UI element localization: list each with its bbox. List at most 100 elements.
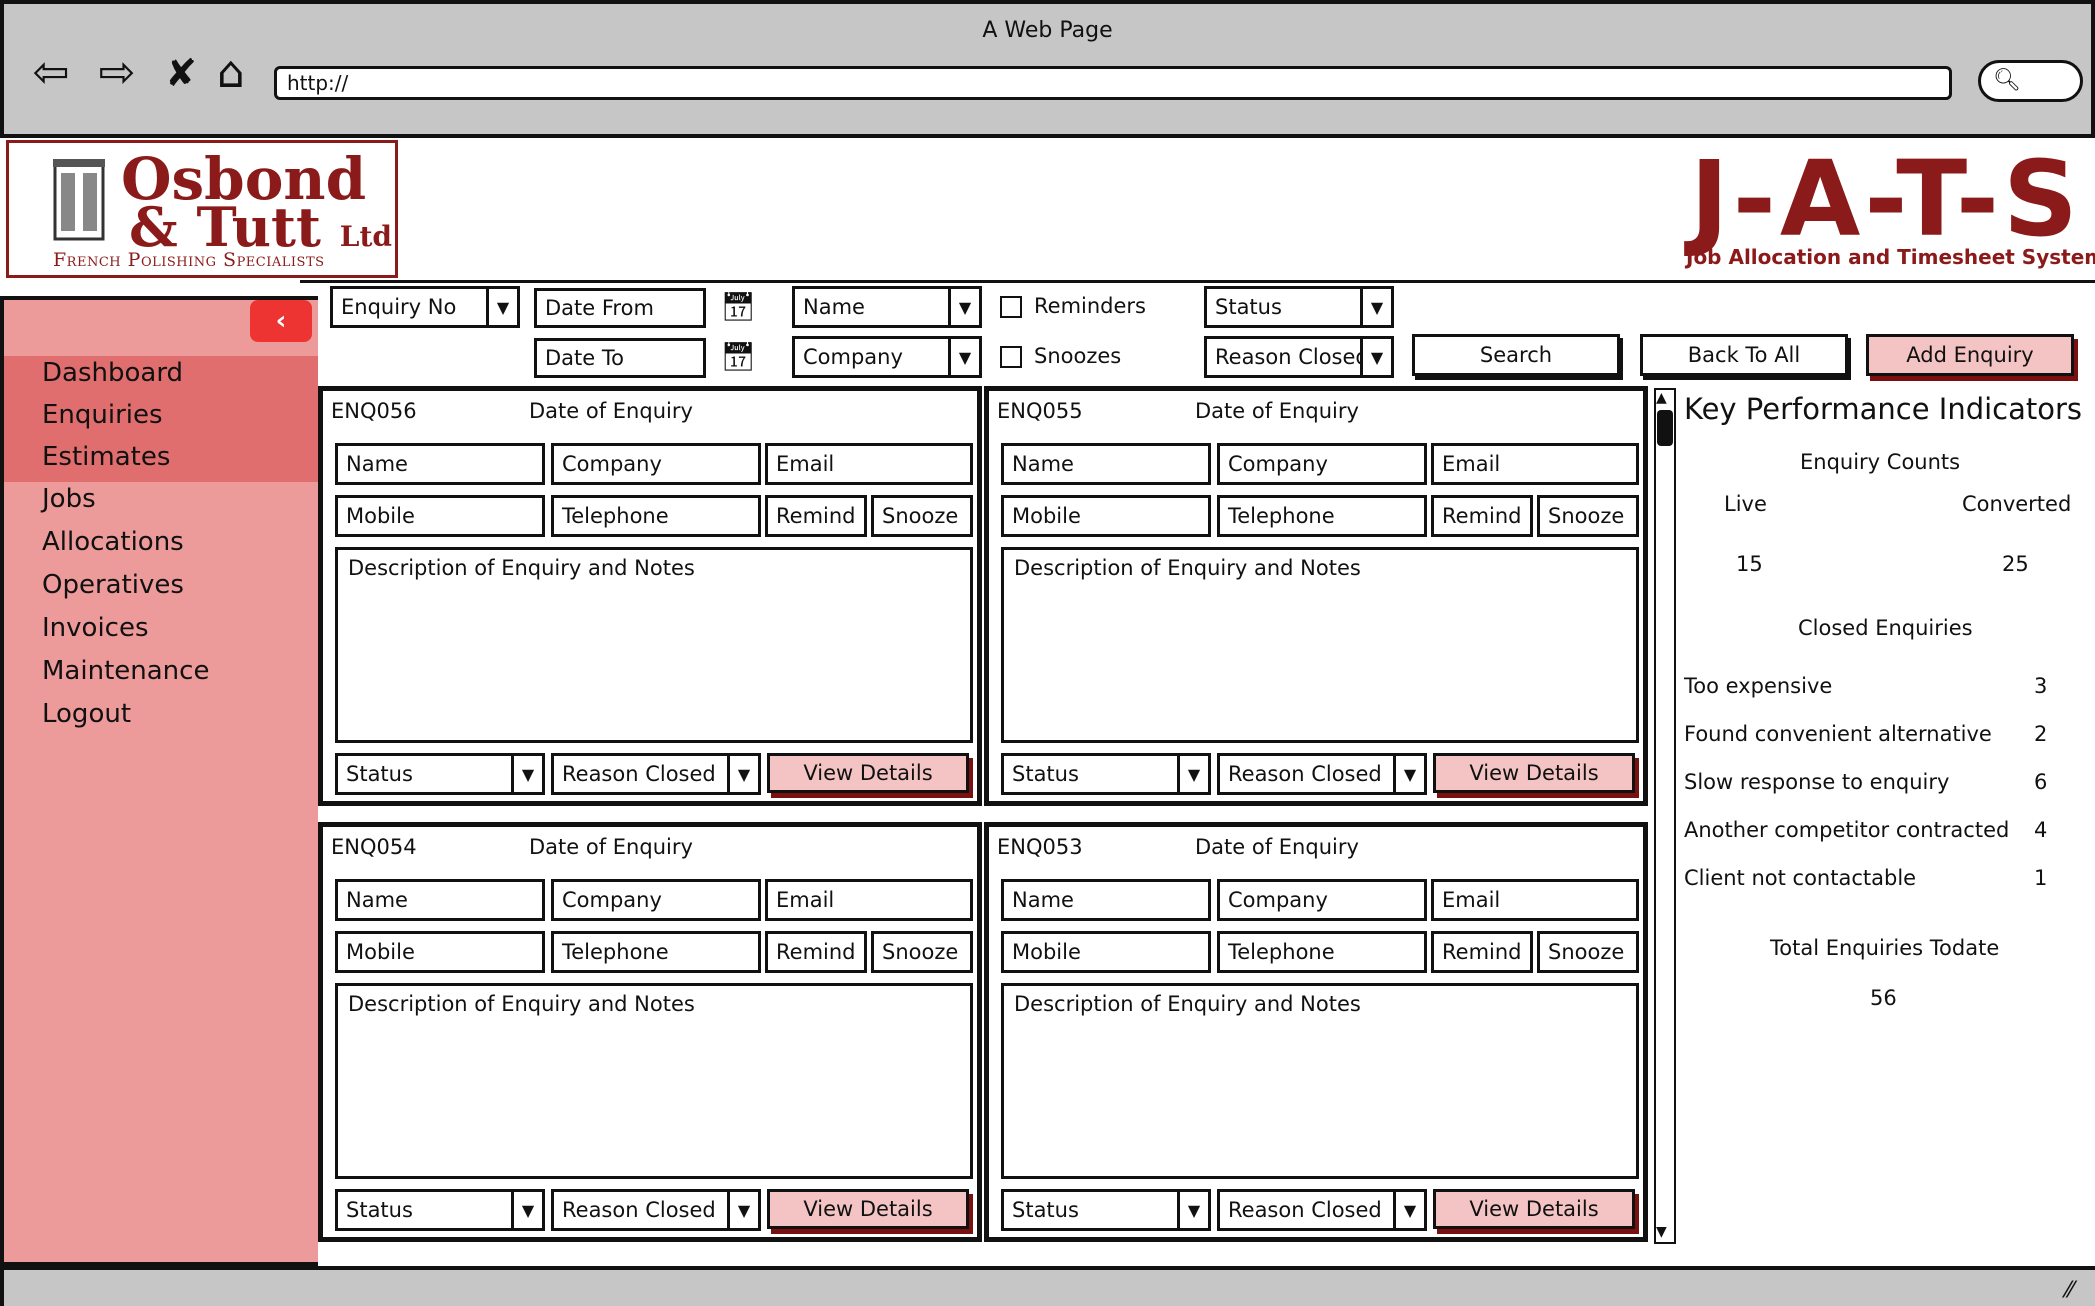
sidebar-item-maintenance[interactable]: Maintenance [42, 656, 209, 686]
url-input[interactable]: http:// [274, 66, 1952, 100]
reason-closed-select-label: Reason Closed [1228, 1198, 1382, 1222]
remind-field[interactable]: Remind [765, 495, 867, 537]
snooze-field[interactable]: Snooze [1537, 495, 1639, 537]
view-details-button[interactable]: View Details [767, 1189, 969, 1229]
mobile-field[interactable]: Mobile [1001, 495, 1211, 537]
app-subtitle: Job Allocation and Timesheet System [1686, 245, 2095, 269]
name-field[interactable]: Name [1001, 443, 1211, 485]
telephone-field[interactable]: Telephone [551, 495, 761, 537]
scrollbar[interactable] [1654, 388, 1676, 1244]
snoozes-label: Snoozes [1034, 344, 1122, 368]
remind-field[interactable]: Remind [765, 931, 867, 973]
closed-reason-count: 6 [2034, 770, 2048, 794]
sidebar-item-dashboard[interactable]: Dashboard [42, 358, 183, 388]
header-divider [300, 280, 2095, 283]
sidebar-item-estimates[interactable]: Estimates [42, 442, 170, 472]
reminders-checkbox[interactable] [1000, 296, 1022, 318]
home-icon[interactable]: ⌂ [206, 48, 256, 98]
description-textarea[interactable]: Description of Enquiry and Notes [335, 547, 973, 743]
email-field[interactable]: Email [765, 443, 973, 485]
enquiry-counts-heading: Enquiry Counts [1800, 450, 1961, 474]
view-details-button[interactable]: View Details [1433, 753, 1635, 793]
email-field[interactable]: Email [765, 879, 973, 921]
scroll-down-icon[interactable]: ▼ [1656, 1224, 1667, 1240]
search-icon: 🔍︎ [1993, 68, 2021, 93]
company-field[interactable]: Company [551, 879, 761, 921]
status-select[interactable]: Status ▼ [335, 1189, 545, 1231]
description-textarea[interactable]: Description of Enquiry and Notes [335, 983, 973, 1179]
enquiry-id: ENQ053 [997, 835, 1083, 859]
reason-closed-filter-select[interactable]: Reason Closed ▼ [1204, 336, 1394, 378]
email-field[interactable]: Email [1431, 879, 1639, 921]
snooze-field[interactable]: Snooze [871, 931, 973, 973]
calendar-icon[interactable]: 📅︎ [718, 286, 758, 326]
name-field[interactable]: Name [335, 879, 545, 921]
mobile-field[interactable]: Mobile [335, 495, 545, 537]
date-to-input[interactable]: Date To [534, 338, 706, 378]
date-of-enquiry-label: Date of Enquiry [529, 399, 693, 423]
chevron-down-icon: ▼ [1360, 339, 1391, 375]
sidebar-item-invoices[interactable]: Invoices [42, 613, 149, 643]
reason-closed-select[interactable]: Reason Closed ▼ [1217, 753, 1427, 795]
collapse-sidebar-button[interactable]: ‹ [250, 300, 312, 342]
name-field[interactable]: Name [1001, 879, 1211, 921]
description-textarea[interactable]: Description of Enquiry and Notes [1001, 547, 1639, 743]
name-select[interactable]: Name ▼ [792, 286, 982, 328]
snooze-field[interactable]: Snooze [1537, 931, 1639, 973]
telephone-field[interactable]: Telephone [1217, 931, 1427, 973]
snooze-field[interactable]: Snooze [871, 495, 973, 537]
email-field[interactable]: Email [1431, 443, 1639, 485]
scroll-up-icon[interactable]: ▲ [1656, 390, 1667, 406]
company-field[interactable]: Company [551, 443, 761, 485]
sidebar-item-jobs[interactable]: Jobs [42, 484, 96, 514]
close-icon[interactable]: ✘ [156, 48, 206, 98]
chevron-down-icon: ▼ [511, 756, 542, 792]
sidebar-item-allocations[interactable]: Allocations [42, 527, 184, 557]
status-select[interactable]: Status ▼ [1001, 753, 1211, 795]
status-select[interactable]: Status ▼ [1001, 1189, 1211, 1231]
browser-search[interactable]: 🔍︎ [1978, 60, 2083, 102]
date-from-input[interactable]: Date From [534, 288, 706, 328]
calendar-icon[interactable]: 📅︎ [718, 336, 758, 376]
snoozes-checkbox[interactable] [1000, 346, 1022, 368]
enquiry-id: ENQ056 [331, 399, 417, 423]
remind-field[interactable]: Remind [1431, 931, 1533, 973]
scrollbar-thumb[interactable] [1657, 410, 1673, 446]
mobile-field[interactable]: Mobile [1001, 931, 1211, 973]
back-to-all-button[interactable]: Back To All [1640, 334, 1848, 376]
company-select[interactable]: Company ▼ [792, 336, 982, 378]
search-button[interactable]: Search [1412, 334, 1620, 376]
view-details-button[interactable]: View Details [767, 753, 969, 793]
mobile-field[interactable]: Mobile [335, 931, 545, 973]
back-icon[interactable]: ⇦ [26, 48, 76, 98]
description-textarea[interactable]: Description of Enquiry and Notes [1001, 983, 1639, 1179]
remind-field[interactable]: Remind [1431, 495, 1533, 537]
status-select[interactable]: Status ▼ [335, 753, 545, 795]
chevron-down-icon: ▼ [948, 339, 979, 375]
company-field[interactable]: Company [1217, 879, 1427, 921]
telephone-field[interactable]: Telephone [1217, 495, 1427, 537]
sidebar-item-operatives[interactable]: Operatives [42, 570, 184, 600]
reason-closed-select[interactable]: Reason Closed ▼ [551, 753, 761, 795]
closed-enquiries-heading: Closed Enquiries [1798, 616, 1973, 640]
reason-closed-select[interactable]: Reason Closed ▼ [1217, 1189, 1427, 1231]
company-field[interactable]: Company [1217, 443, 1427, 485]
chevron-down-icon: ▼ [1393, 756, 1424, 792]
resize-grip-icon[interactable]: ⁄⁄ [2066, 1278, 2073, 1303]
closed-reason-label: Found convenient alternative [1684, 722, 1992, 746]
forward-icon[interactable]: ⇨ [92, 48, 142, 98]
logo-ltd: Ltd [339, 220, 392, 253]
add-enquiry-button[interactable]: Add Enquiry [1866, 334, 2074, 376]
enquiry-no-select[interactable]: Enquiry No ▼ [330, 286, 520, 328]
reason-closed-filter-label: Reason Closed [1215, 345, 1360, 369]
sidebar-item-logout[interactable]: Logout [42, 699, 131, 729]
date-of-enquiry-label: Date of Enquiry [529, 835, 693, 859]
telephone-field[interactable]: Telephone [551, 931, 761, 973]
chevron-down-icon: ▼ [1393, 1192, 1424, 1228]
sidebar-item-enquiries[interactable]: Enquiries [42, 400, 163, 430]
reason-closed-select[interactable]: Reason Closed ▼ [551, 1189, 761, 1231]
name-field[interactable]: Name [335, 443, 545, 485]
status-filter-select[interactable]: Status ▼ [1204, 286, 1394, 328]
converted-value: 25 [2002, 552, 2029, 576]
view-details-button[interactable]: View Details [1433, 1189, 1635, 1229]
